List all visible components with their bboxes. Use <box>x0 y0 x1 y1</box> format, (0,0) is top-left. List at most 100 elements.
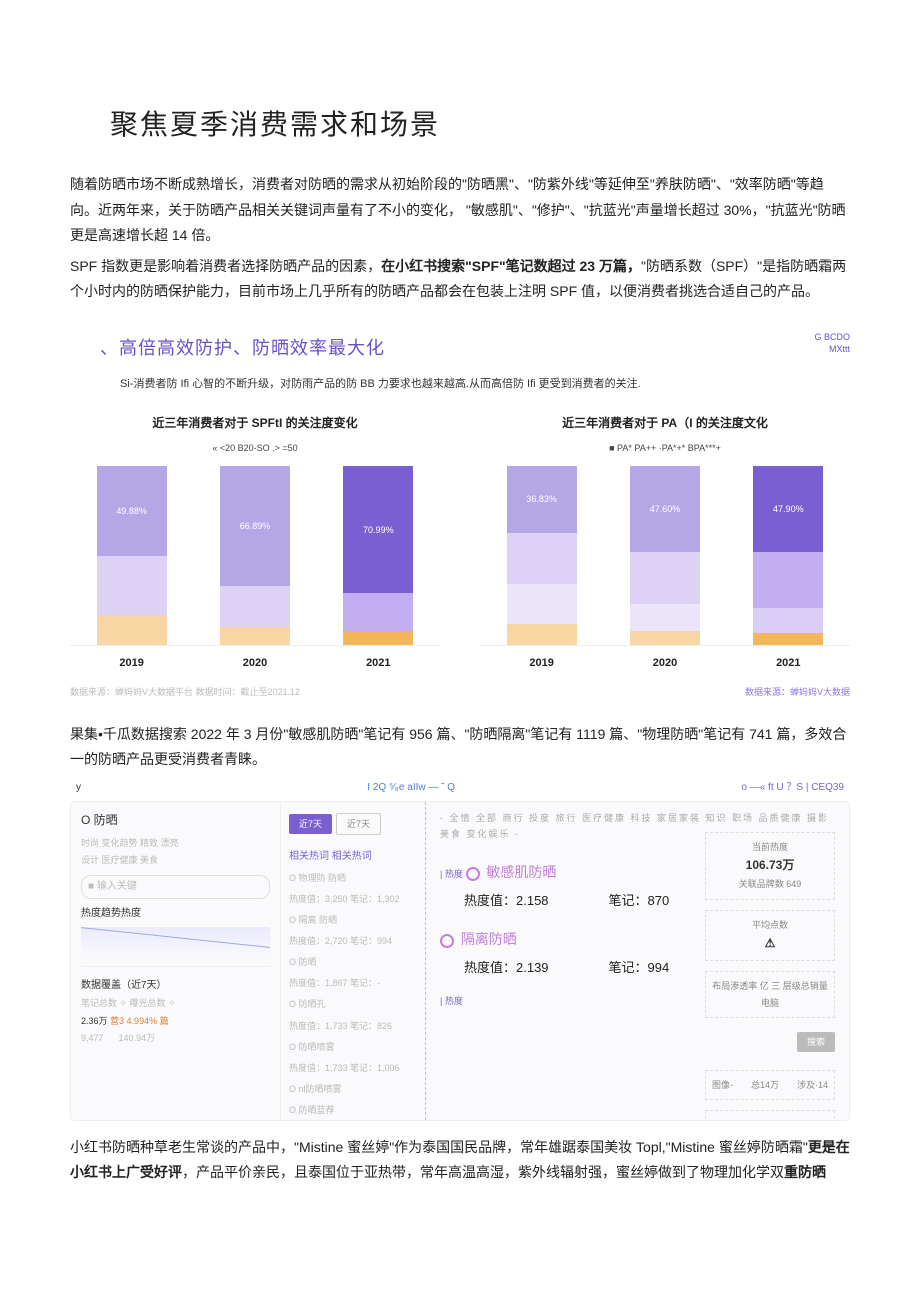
mid-item: 热度值：2,720 笔记：994 <box>289 933 417 950</box>
section-subnote: Si-消费者防 Ifi 心智的不断升级，对防雨产品的防 BB 力要求也越来越高.… <box>120 375 850 395</box>
keyword-1[interactable]: 敏感肌防晒 <box>486 864 556 880</box>
sparkline <box>81 927 270 967</box>
kw2-note: 笔记：994 <box>609 956 670 979</box>
f1l: 图像- <box>712 1077 733 1093</box>
search-stats-paragraph: 果集•千瓜数据搜索 2022 年 3 月份"敏感肌防晒"笔记有 956 篇、"防… <box>70 722 850 772</box>
chart-pa-title: 近三年消费者对于 PA（I 的关注度文化 <box>480 413 850 435</box>
chart-spf-bars: 49.88% 66.89% 70.99% <box>70 466 440 646</box>
x-2020: 2020 <box>220 654 290 674</box>
chart-pa: 近三年消费者对于 PA（I 的关注度文化 ■ PA* PA++ ·PA*+* B… <box>480 413 850 675</box>
x-2021: 2021 <box>343 654 413 674</box>
rc2-label: 平均点数 <box>712 917 828 933</box>
left-tags: 时尚 变化趋势 精致 漂亮 设计 医疗健康 美食 <box>81 835 270 869</box>
bar-2019: 49.88% <box>97 466 167 645</box>
top-right: o —« ft U ？S | CEQ39 <box>741 779 844 797</box>
mid-item[interactable]: O nl防晒喷雾 <box>289 1081 417 1098</box>
f1r: 涉及·14 <box>797 1077 828 1093</box>
pa-x-2020: 2020 <box>630 654 700 674</box>
brand-tag: G BCDO MXttt <box>814 332 850 355</box>
p2-text-a: SPF 指数更是影响着消费者选择防晒产品的因素， <box>70 258 381 274</box>
dash-mid-panel: 近7天近7天 相关热词 相关热词 O 物理防 防晒 热度值：3,250 笔记：1… <box>281 802 426 1120</box>
hot-tag-2: | 热度 <box>440 996 463 1006</box>
left-title: O 防晒 <box>81 810 270 832</box>
bp-a: 小红书防晒种草老生常谈的产品中，"Mistine 蜜丝婷"作为泰国国民品牌，常年… <box>70 1139 808 1155</box>
bottom-paragraph: 小红书防晒种草老生常谈的产品中，"Mistine 蜜丝婷"作为泰国国民品牌，常年… <box>70 1135 850 1185</box>
mid-item[interactable]: O 隔离 防晒 <box>289 912 417 929</box>
bar-2020: 66.89% <box>220 466 290 645</box>
mid-pill-2[interactable]: 近7天 <box>336 813 381 835</box>
search-button[interactable]: 搜索 <box>797 1032 835 1052</box>
r-card-2: 平均点数 ⚠ <box>705 910 835 962</box>
bp-c: ，产品平价亲民，且泰国位于亚热带，常年高温高湿，紫外线辐射强，蜜丝婷做到了物理加… <box>182 1164 784 1180</box>
left-spread-title: 数据覆盖（近7天） <box>81 977 270 995</box>
kw2-hot: 热度值：2.139 <box>464 956 549 979</box>
rc2-value: ⚠ <box>712 933 828 955</box>
mid-item[interactable]: O 防晒喷雾 <box>289 1039 417 1056</box>
p2-highlight: 在小红书搜索"SPF"笔记数超过 23 万篇， <box>381 258 641 274</box>
right-card-column: 当前热度 106.73万 关联品牌数 649 平均点数 ⚠ 布局渗透率 亿 三 … <box>705 832 835 1121</box>
rc1-value: 106.73万 <box>712 855 828 877</box>
pa-2020-label: 47.60% <box>650 501 681 517</box>
chart-pa-xlabels: 2019 2020 2021 <box>480 654 850 674</box>
f1m: 总14万 <box>751 1077 779 1093</box>
brand-line-2: MXttt <box>814 344 850 356</box>
f2r: 涉及 31 <box>797 1117 828 1121</box>
rc1-sub: 关联品牌数 649 <box>712 876 828 892</box>
intro-paragraph-2: SPF 指数更是影响着消费者选择防晒产品的因素，在小红书搜索"SPF"笔记数超过… <box>70 254 850 304</box>
bar-2021-label: 70.99% <box>363 522 394 538</box>
left-spread-sub: 笔记总数 ✧ 曝光总数 ✧ <box>81 995 270 1012</box>
r-card-3: 布局渗透率 亿 三 层级总销量电脑 <box>705 971 835 1017</box>
left-n1: 2.36万 <box>81 1016 108 1026</box>
pa-bar-2020: 47.60% <box>630 466 700 645</box>
mid-item[interactable]: O 防晒孔 <box>289 996 417 1013</box>
dash-left-panel: O 防晒 时尚 变化趋势 精致 漂亮 设计 医疗健康 美食 ■ 输入关键 热度趋… <box>71 802 281 1120</box>
rc3-text: 布局渗透率 亿 三 层级总销量电脑 <box>712 978 828 1010</box>
keyword-2[interactable]: 隔离防晒 <box>461 931 517 947</box>
left-search-input[interactable]: ■ 输入关键 <box>81 875 270 899</box>
mid-item: 热度值：3,250 笔记：1,302 <box>289 891 417 908</box>
f2m: 总 3.96 万 <box>743 1117 784 1121</box>
source-right: 数据来源：蝉妈妈V大数据 <box>745 684 850 700</box>
bar-2021: 70.99% <box>343 466 413 645</box>
chart-spf-legend: « <20 B20-SO .> =50 <box>70 440 440 456</box>
mid-list: O 物理防 防晒 热度值：3,250 笔记：1,302 O 隔离 防晒 热度值：… <box>289 870 417 1119</box>
x-2019: 2019 <box>97 654 167 674</box>
left-n2: 9,477 <box>81 1033 104 1043</box>
pa-bar-2019: 36.83% <box>507 466 577 645</box>
chart-pa-bars: 36.83% 47.60% 47.90% <box>480 466 850 646</box>
hot-tag-1: | 热度 <box>440 869 463 879</box>
page-title: 聚焦夏季消费需求和场景 <box>110 100 850 150</box>
r-card-1: 当前热度 106.73万 关联品牌数 649 <box>705 832 835 900</box>
mid-item: 热度值：1,733 笔记：826 <box>289 1018 417 1035</box>
mid-item[interactable]: O 物理防 防晒 <box>289 870 417 887</box>
bar-2020-label: 66.89% <box>240 518 271 534</box>
bar-2019-label: 49.88% <box>116 503 147 519</box>
kw1-note: 笔记：870 <box>609 889 670 912</box>
mid-item[interactable]: O 防晒蓝荐 <box>289 1102 417 1119</box>
mid-head: 相关热词 相关热词 <box>289 848 417 866</box>
pa-2019-label: 36.83% <box>526 491 557 507</box>
dash-right-panel: - 全情 全部 商行 投度 旅行 医疗健康 科技 家居家装 知识 职场 品质健康… <box>426 802 849 1120</box>
charts-row: 近三年消费者对于 SPFtI 的关注度变化 « <20 B20-SO .> =5… <box>70 413 850 675</box>
pa-x-2021: 2021 <box>753 654 823 674</box>
mid-pill[interactable]: 近7天 <box>289 814 332 834</box>
top-y: y <box>76 779 81 797</box>
chart-pa-legend: ■ PA* PA++ ·PA*+* BPA***+ <box>480 440 850 456</box>
source-left: 数据来源：蝉妈妈V大数据平台 数据时间：截止至2021.12 <box>70 684 300 700</box>
dashboard-screenshot: y I 2Q ⁵⁄₈e aIIw — ˜ Q o —« ft U ？S | CE… <box>70 779 850 1121</box>
mid-item[interactable]: O 防晒 <box>289 954 417 971</box>
left-hot-title: 热度趋势热度 <box>81 905 270 923</box>
f2l: 好的 <box>712 1117 730 1121</box>
r-foot-1: 图像- 总14万 涉及·14 <box>705 1070 835 1100</box>
left-n3: 140.94万 <box>119 1033 156 1043</box>
rc1-label: 当前热度 <box>712 839 828 855</box>
circle-icon <box>440 934 454 948</box>
section-title: 、高倍高效防护、防晒效率最大化 <box>100 332 385 364</box>
pa-2021-label: 47.90% <box>773 501 804 517</box>
r-foot-2: 好的 总 3.96 万 涉及 31 <box>705 1110 835 1121</box>
top-mid: I 2Q ⁵⁄₈e aIIw — ˜ Q <box>367 779 455 797</box>
chart-source-row: 数据来源：蝉妈妈V大数据平台 数据时间：截止至2021.12 数据来源：蝉妈妈V… <box>70 684 850 700</box>
kw1-hot: 热度值：2.158 <box>464 889 549 912</box>
mid-item: 热度值：1,733 笔记：1,006 <box>289 1060 417 1077</box>
bp-d: 重防晒 <box>784 1164 826 1180</box>
